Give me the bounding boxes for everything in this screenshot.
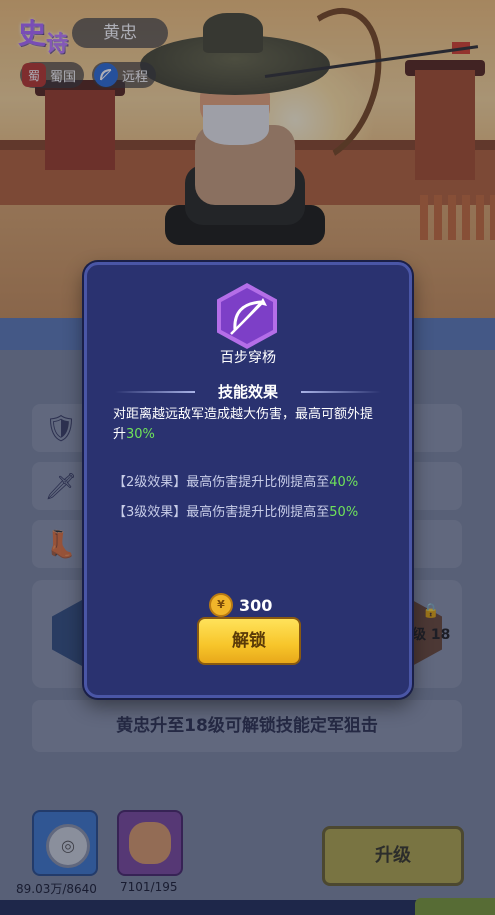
unlock-cost: ¥ 300 (209, 593, 272, 617)
skill-popup: 百步穿杨 技能效果 对距离越远敌军造成越大伤害，最高可额外提升30% 【2级效果… (84, 262, 412, 698)
level3-effect: 【3级效果】最高伤害提升比例提高至50% (113, 501, 393, 520)
divider-right (301, 391, 381, 393)
cost-value: 300 (239, 595, 273, 615)
skill-name: 百步穿杨 (220, 350, 276, 366)
level3-text: 【3级效果】最高伤害提升比例提高至 (113, 505, 330, 520)
description-value: 30% (126, 427, 155, 442)
level3-value: 50% (329, 505, 359, 520)
level2-text: 【2级效果】最高伤害提升比例提高至 (113, 475, 330, 490)
unlock-button[interactable]: 解锁 (197, 617, 301, 665)
level2-effect: 【2级效果】最高伤害提升比例提高至40% (113, 471, 393, 490)
level2-value: 40% (329, 475, 359, 490)
skill-description: 对距离越远敌军造成越大伤害，最高可额外提升30% (113, 405, 385, 445)
coin-icon: ¥ (209, 593, 233, 617)
